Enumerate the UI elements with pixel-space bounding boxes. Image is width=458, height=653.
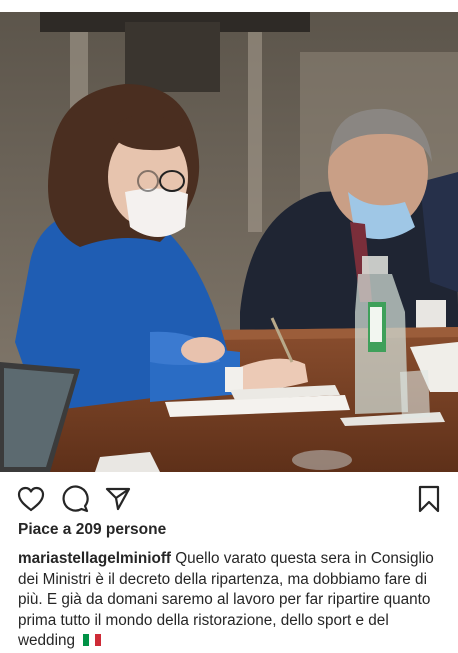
post-caption: mariastellagelminioff Quello varato ques… bbox=[18, 549, 446, 652]
paper-plane-icon[interactable] bbox=[103, 484, 133, 514]
post-actions bbox=[0, 480, 458, 516]
post-photo[interactable] bbox=[0, 12, 458, 472]
photo-illustration bbox=[0, 12, 458, 472]
italy-flag-icon bbox=[83, 632, 102, 646]
username-link[interactable]: mariastellagelminioff bbox=[18, 550, 171, 567]
heart-icon[interactable] bbox=[16, 484, 46, 514]
comment-icon[interactable] bbox=[60, 484, 90, 514]
bookmark-icon[interactable] bbox=[414, 484, 444, 514]
likes-count[interactable]: Piace a 209 persone bbox=[18, 521, 166, 539]
